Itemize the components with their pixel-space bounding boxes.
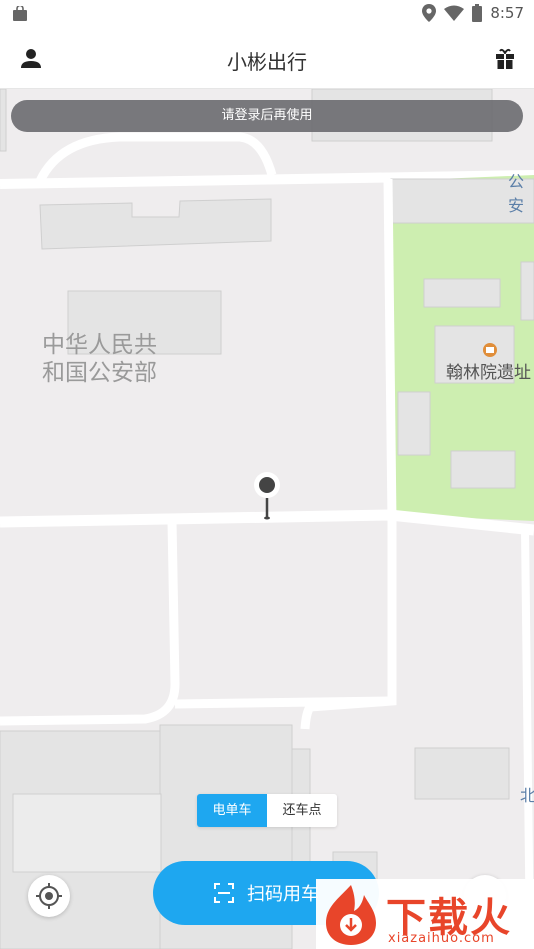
map-label-right-edge: 北 (520, 786, 534, 805)
crosshair-icon (36, 883, 62, 909)
status-indicators: 8:57 (422, 4, 524, 22)
location-icon (422, 4, 437, 22)
gift-icon[interactable] (492, 46, 518, 72)
bag-icon (13, 6, 27, 21)
map-label-hanlin: 翰林院遗址 (446, 363, 531, 383)
scan-button-label: 扫码用车 (247, 884, 319, 905)
battery-icon (472, 4, 483, 22)
map-label-top-right: 公安 (508, 172, 525, 215)
tab-ebike[interactable]: 电单车 (197, 794, 267, 827)
tab-return-point[interactable]: 还车点 (267, 794, 337, 827)
map-label-ministry: 中华人民共 和国公安部 (42, 331, 157, 387)
app-bar: 小彬出行 (0, 28, 534, 89)
watermark: 下载火 xiazaihuo.com (316, 879, 534, 949)
scan-icon (214, 883, 234, 903)
login-notice: 请登录后再使用 (11, 100, 523, 132)
status-bar: 8:57 (0, 0, 534, 28)
watermark-url: xiazaihuo.com (388, 931, 495, 946)
wifi-icon (444, 5, 465, 21)
flame-logo-icon (326, 885, 376, 945)
locate-button[interactable] (28, 875, 70, 917)
clock: 8:57 (490, 4, 524, 22)
mode-toggle: 电单车 还车点 (197, 794, 337, 827)
page-title: 小彬出行 (227, 50, 307, 74)
map-label-ministry-line1: 中华人民共 (42, 332, 157, 358)
map-label-ministry-line2: 和国公安部 (42, 360, 157, 386)
